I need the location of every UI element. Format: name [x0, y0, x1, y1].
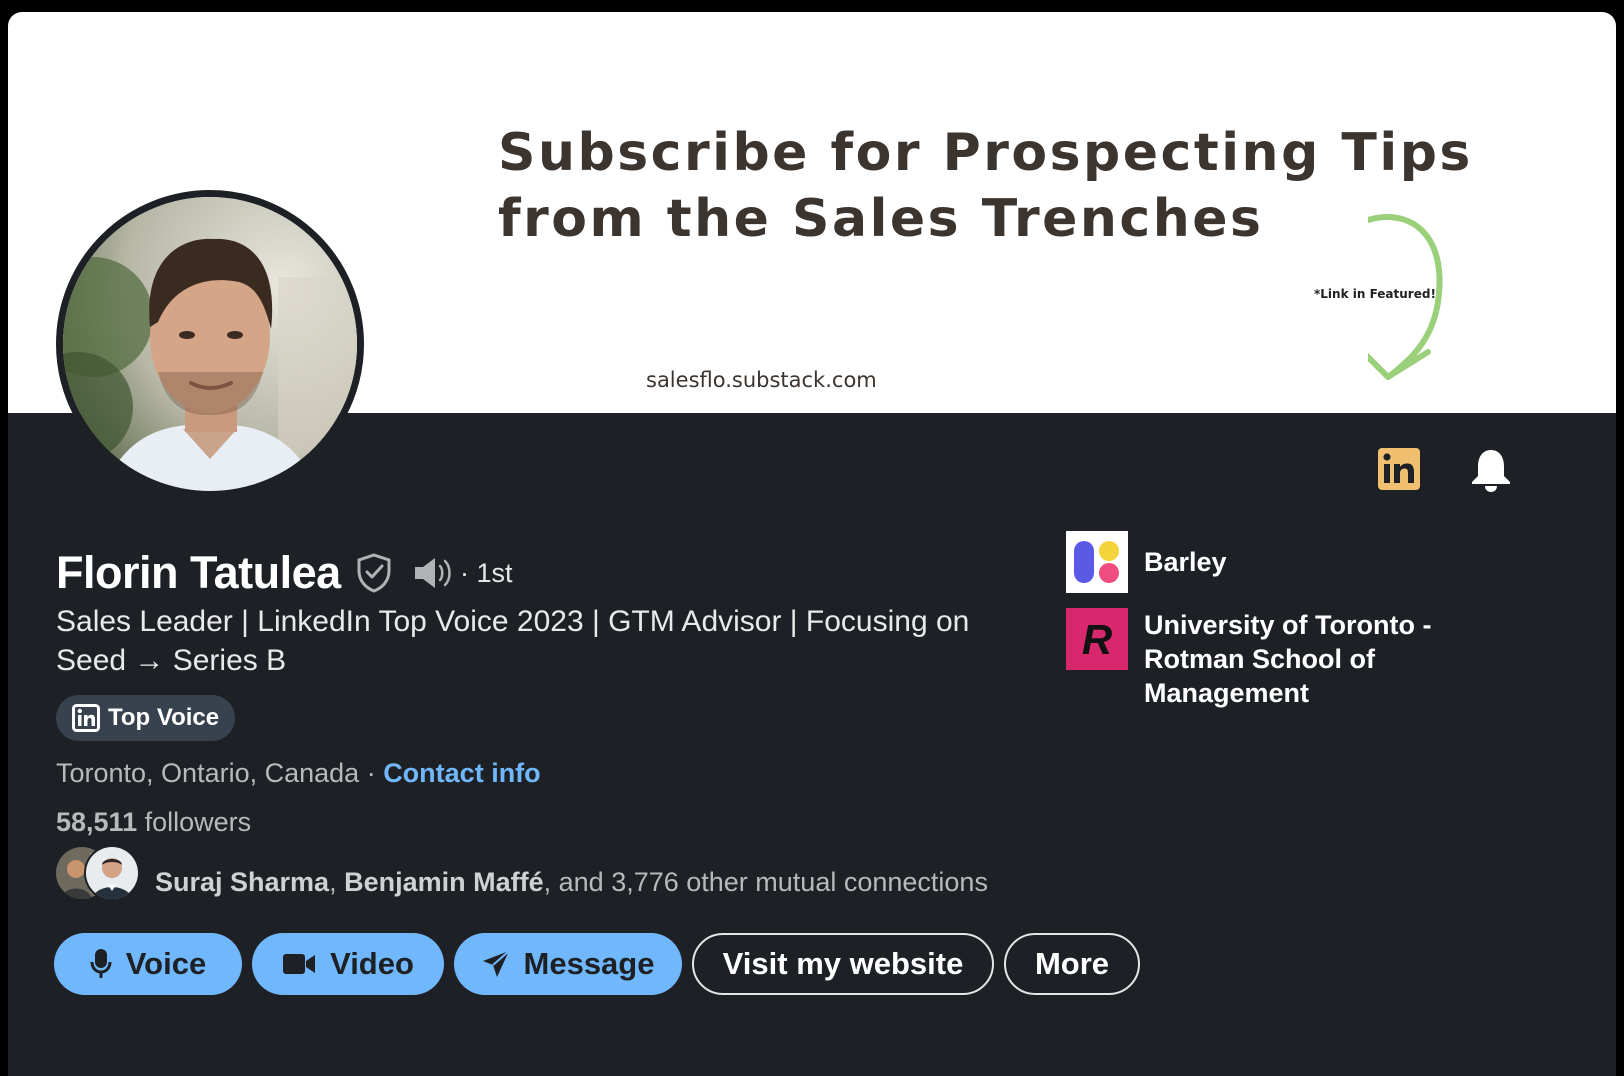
followers-number: 58,511 [56, 807, 138, 837]
banner-headline: Subscribe for Prospecting Tips from the … [498, 120, 1473, 252]
connection-degree: · 1st [460, 558, 513, 588]
profile-actions: Voice Video Message Visit my website Mor… [54, 933, 1140, 995]
send-icon [482, 950, 510, 978]
curved-arrow-icon [1368, 214, 1443, 380]
mutual-name-1: Suraj Sharma [155, 867, 330, 897]
barley-logo [1066, 531, 1128, 593]
video-button[interactable]: Video [252, 933, 444, 995]
avatar [84, 845, 140, 901]
profile-name: Florin Tatulea [56, 547, 341, 598]
current-company[interactable]: Barley [1066, 531, 1474, 593]
banner-url: salesflo.substack.com [646, 368, 877, 392]
contact-info-link[interactable]: Contact info [383, 758, 540, 788]
education[interactable]: R University of Toronto - Rotman School … [1066, 608, 1474, 710]
microphone-icon [90, 948, 112, 980]
more-button-label: More [1034, 946, 1110, 981]
message-button[interactable]: Message [454, 933, 682, 995]
profile-headline: Sales Leader | LinkedIn Top Voice 2023 |… [56, 605, 970, 677]
svg-text:R: R [1082, 616, 1113, 663]
voice-button-label: Voice [125, 946, 207, 981]
location-text: Toronto, Ontario, Canada [56, 758, 360, 788]
video-camera-icon [282, 952, 316, 976]
visit-website-button[interactable]: Visit my website [692, 933, 994, 995]
visit-website-label: Visit my website [722, 946, 964, 981]
mutual-name-2: Benjamin Maffé [344, 867, 544, 897]
top-voice-label: Top Voice [108, 704, 220, 731]
mutual-separator: , [329, 867, 345, 897]
location-line: Toronto, Ontario, Canada · Contact info [56, 758, 541, 789]
video-button-label: Video [330, 946, 414, 981]
linkedin-icon [72, 704, 100, 732]
school-name: University of Toronto - Rotman School of… [1144, 610, 1432, 708]
top-voice-badge[interactable]: Top Voice [56, 695, 235, 741]
followers-label: followers [137, 807, 252, 837]
voice-button[interactable]: Voice [54, 933, 242, 995]
banner-headline-line2: from the Sales Trenches [498, 189, 1264, 249]
mutual-connections-text[interactable]: Suraj Sharma, Benjamin Maffé, and 3,776 … [155, 867, 988, 898]
location-separator: · [359, 758, 384, 788]
linkedin-icon[interactable] [1378, 448, 1420, 495]
profile-avatar[interactable] [56, 190, 364, 498]
profile-card: Subscribe for Prospecting Tips from the … [8, 12, 1616, 1076]
bell-icon[interactable] [1470, 448, 1512, 497]
company-name: Barley [1144, 547, 1227, 577]
mutual-rest: , and 3,776 other mutual connections [543, 867, 988, 897]
message-button-label: Message [523, 946, 655, 981]
shield-check-icon[interactable] [356, 553, 392, 598]
rotman-logo: R [1066, 608, 1128, 670]
banner-headline-line1: Subscribe for Prospecting Tips [498, 123, 1473, 183]
more-button[interactable]: More [1004, 933, 1140, 995]
speaker-icon[interactable] [413, 555, 455, 596]
followers-count: 58,511 followers [56, 807, 251, 838]
banner-note: *Link in Featured! [1314, 287, 1436, 301]
mutual-connections-avatars[interactable] [54, 845, 144, 901]
